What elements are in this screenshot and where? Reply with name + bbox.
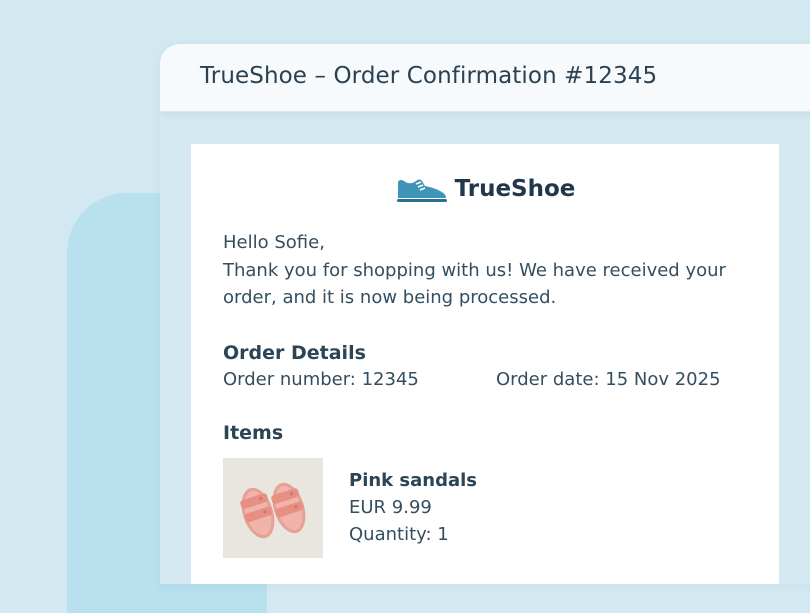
email-message: Hello Sofie, Thank you for shopping with… [223,229,763,312]
greeting-text: Hello Sofie, [223,232,325,253]
brand-name: TrueShoe [454,176,576,202]
item-name: Pink sandals [349,470,478,491]
item-image [223,458,323,558]
window-title: TrueShoe – Order Confirmation #12345 [200,63,658,89]
order-details-title: Order Details [223,342,366,364]
items-title: Items [223,422,284,444]
pink-sandals-image [223,458,323,558]
message-text: Thank you for shopping with us! We have … [223,259,726,309]
order-date: Order date: 15 Nov 2025 [496,369,721,390]
item-quantity: Quantity: 1 [349,524,449,545]
order-number: Order number: 12345 [223,369,419,390]
email-window: TrueShoe – Order Confirmation #12345 Tru… [160,44,810,584]
email-body: TrueShoe Hello Sofie, Thank you for shop… [191,144,779,584]
brand-header: TrueShoe [191,174,779,204]
item-price: EUR 9.99 [349,497,432,518]
item-info: Pink sandals EUR 9.99 Quantity: 1 [349,467,477,548]
sneaker-icon [396,179,447,202]
window-titlebar: TrueShoe – Order Confirmation #12345 [160,44,810,112]
order-details-row: Order number: 12345 Order date: 15 Nov 2… [223,369,721,390]
